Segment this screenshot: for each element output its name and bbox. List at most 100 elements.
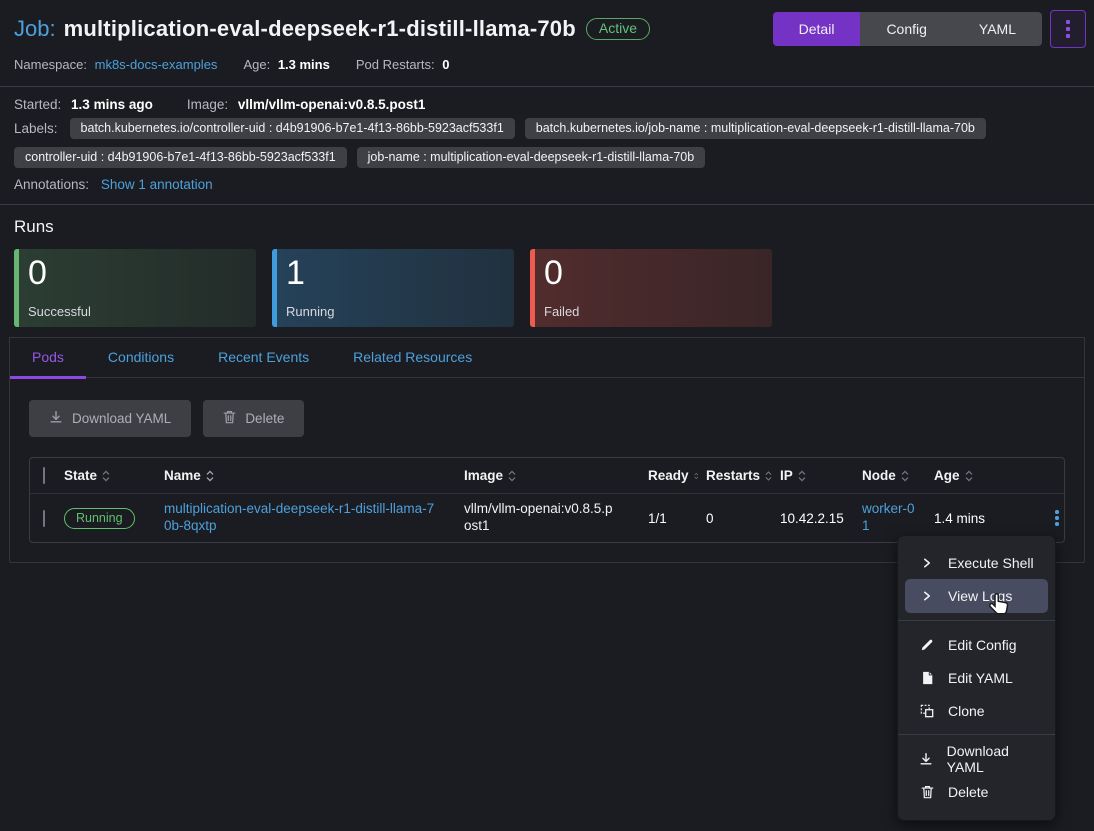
page-header: Job: multiplication-eval-deepseek-r1-dis… xyxy=(0,0,1094,48)
row-context-menu: Execute Shell View Logs Edit Config xyxy=(897,535,1056,821)
tab-panel: Pods Conditions Recent Events Related Re… xyxy=(9,337,1085,563)
card-accent-bar xyxy=(14,249,19,327)
started-field: Started: 1.3 mins ago xyxy=(14,97,153,112)
labels-caption: Labels: xyxy=(14,121,58,136)
card-accent-bar xyxy=(272,249,277,327)
failed-runs-card: 0 Failed xyxy=(530,249,772,327)
column-header-age[interactable]: Age xyxy=(934,468,1004,483)
column-header-state[interactable]: State xyxy=(64,468,156,483)
trash-icon xyxy=(919,785,935,799)
resource-kind-label: Job: xyxy=(14,16,56,42)
label-chip: controller-uid : d4b91906-b7e1-4f13-86bb… xyxy=(14,147,347,168)
resource-name: multiplication-eval-deepseek-r1-distill-… xyxy=(64,16,576,42)
file-icon xyxy=(919,671,935,685)
row-checkbox[interactable] xyxy=(43,510,45,527)
tab-bar: Pods Conditions Recent Events Related Re… xyxy=(10,338,1084,378)
chevron-right-icon xyxy=(919,557,935,569)
header-actions-menu-button[interactable] xyxy=(1050,10,1086,48)
table-header-row: State Name Image Ready Restarts IP Node … xyxy=(30,458,1064,494)
menu-divider xyxy=(898,734,1055,735)
sort-icon xyxy=(694,470,698,482)
age-meta: Age: 1.3 mins xyxy=(243,57,329,72)
show-annotation-link[interactable]: Show 1 annotation xyxy=(101,177,213,192)
sort-icon xyxy=(508,470,516,482)
running-count: 1 xyxy=(286,255,502,292)
labels-row: Labels: batch.kubernetes.io/controller-u… xyxy=(14,118,1080,168)
chevron-right-icon xyxy=(919,590,935,602)
pod-ip: 10.42.2.15 xyxy=(776,511,858,526)
pod-node-link[interactable]: worker-01 xyxy=(862,501,920,535)
pod-ready: 1/1 xyxy=(644,511,702,526)
sort-icon xyxy=(206,470,214,482)
image-field: Image: vllm/vllm-openai:v0.8.5.post1 xyxy=(187,97,426,112)
column-header-node[interactable]: Node xyxy=(862,468,926,483)
clone-icon xyxy=(919,704,935,718)
delete-button[interactable]: Delete xyxy=(203,400,304,437)
download-icon xyxy=(49,410,63,427)
label-chip: batch.kubernetes.io/job-name : multiplic… xyxy=(525,118,986,139)
view-switcher: Detail Config YAML xyxy=(773,12,1042,46)
menu-item-edit-config[interactable]: Edit Config xyxy=(898,628,1055,661)
menu-item-edit-yaml[interactable]: Edit YAML xyxy=(898,661,1055,694)
kebab-icon xyxy=(1066,20,1070,24)
select-all-checkbox[interactable] xyxy=(43,467,45,484)
successful-count: 0 xyxy=(28,255,244,292)
header-meta-row: Namespace: mk8s-docs-examples Age: 1.3 m… xyxy=(0,48,1094,72)
download-yaml-button[interactable]: Download YAML xyxy=(29,400,191,437)
sort-icon xyxy=(901,470,909,482)
menu-item-delete[interactable]: Delete xyxy=(898,775,1055,808)
config-view-button[interactable]: Config xyxy=(860,12,952,46)
column-header-ip[interactable]: IP xyxy=(780,468,854,483)
menu-item-view-logs[interactable]: View Logs xyxy=(905,579,1048,613)
kebab-icon xyxy=(1055,510,1059,514)
menu-item-clone[interactable]: Clone xyxy=(898,694,1055,727)
runs-cards: 0 Successful 1 Running 0 Failed xyxy=(14,249,1080,327)
row-actions-menu-button[interactable] xyxy=(1046,507,1065,529)
annotations-row: Annotations: Show 1 annotation xyxy=(14,177,1080,192)
label-chip: batch.kubernetes.io/controller-uid : d4b… xyxy=(70,118,515,139)
status-badge: Active xyxy=(586,18,650,40)
namespace-meta: Namespace: mk8s-docs-examples xyxy=(14,57,217,72)
detail-view-button[interactable]: Detail xyxy=(773,12,861,46)
sort-icon xyxy=(798,470,806,482)
tab-recent-events[interactable]: Recent Events xyxy=(196,338,331,378)
page-title: Job: multiplication-eval-deepseek-r1-dis… xyxy=(14,16,576,42)
tab-pods[interactable]: Pods xyxy=(10,338,86,378)
runs-section: Runs 0 Successful 1 Running 0 Failed xyxy=(0,205,1094,327)
annotations-caption: Annotations: xyxy=(14,177,89,192)
job-detail-page: Job: multiplication-eval-deepseek-r1-dis… xyxy=(0,0,1094,831)
tab-conditions[interactable]: Conditions xyxy=(86,338,196,378)
runs-heading: Runs xyxy=(14,217,1080,237)
pod-name-link[interactable]: multiplication-eval-deepseek-r1-distill-… xyxy=(164,501,434,533)
menu-divider xyxy=(898,620,1055,621)
pod-state-badge: Running xyxy=(64,508,135,529)
column-header-restarts[interactable]: Restarts xyxy=(706,468,772,483)
sort-icon xyxy=(102,470,110,482)
yaml-view-button[interactable]: YAML xyxy=(953,12,1042,46)
column-header-name[interactable]: Name xyxy=(164,468,456,483)
running-runs-card: 1 Running xyxy=(272,249,514,327)
pod-image: vllm/vllm-openai:v0.8.5.post1 xyxy=(464,501,613,533)
pencil-icon xyxy=(919,638,935,652)
column-header-ready[interactable]: Ready xyxy=(648,468,698,483)
trash-icon xyxy=(223,410,236,427)
label-chip: job-name : multiplication-eval-deepseek-… xyxy=(357,147,706,168)
pods-table: State Name Image Ready Restarts IP Node … xyxy=(29,457,1065,543)
namespace-link[interactable]: mk8s-docs-examples xyxy=(95,57,218,72)
failed-count: 0 xyxy=(544,255,760,292)
menu-item-execute-shell[interactable]: Execute Shell xyxy=(898,546,1055,579)
download-icon xyxy=(919,752,934,766)
card-accent-bar xyxy=(530,249,535,327)
pod-age: 1.4 mins xyxy=(930,511,1008,526)
pod-restarts-meta: Pod Restarts: 0 xyxy=(356,57,450,72)
pod-restarts: 0 xyxy=(702,511,776,526)
tab-related-resources[interactable]: Related Resources xyxy=(331,338,494,378)
started-image-row: Started: 1.3 mins ago Image: vllm/vllm-o… xyxy=(14,97,1080,112)
menu-item-download-yaml[interactable]: Download YAML xyxy=(898,742,1055,775)
successful-runs-card: 0 Successful xyxy=(14,249,256,327)
detail-block: Started: 1.3 mins ago Image: vllm/vllm-o… xyxy=(0,87,1094,204)
sort-icon xyxy=(765,470,772,482)
bulk-actions-toolbar: Download YAML Delete xyxy=(29,400,1065,437)
column-header-image[interactable]: Image xyxy=(464,468,640,483)
sort-icon xyxy=(965,470,973,482)
